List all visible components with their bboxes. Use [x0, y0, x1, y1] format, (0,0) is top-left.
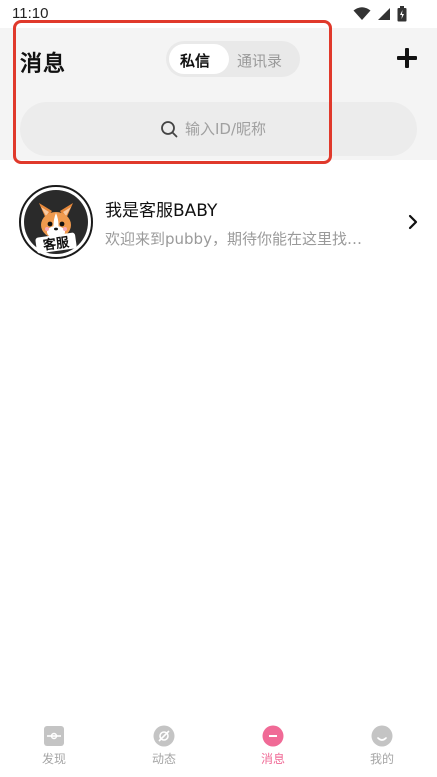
chevron-right-icon[interactable] — [406, 213, 420, 231]
nav-item-moments[interactable]: 动态 — [134, 725, 194, 773]
corgi-avatar-icon: 客服 — [19, 185, 93, 259]
nav-label-profile: 我的 — [369, 752, 394, 766]
search-input[interactable]: 输入ID/昵称 — [20, 102, 417, 156]
tab-switch: 私信 通讯录 — [166, 41, 300, 77]
profile-icon — [371, 725, 393, 747]
discover-icon — [44, 726, 64, 746]
message-icon — [262, 725, 284, 747]
search-placeholder: 输入ID/昵称 — [185, 120, 267, 138]
nav-item-profile[interactable]: 我的 — [352, 725, 412, 773]
nav-label-discover: 发现 — [41, 752, 66, 766]
messages-screen: 11:10 消息 私信 通讯录 输入ID/昵称 客服 我是客服BABY 欢迎来到… — [0, 0, 437, 777]
plus-icon[interactable] — [395, 46, 419, 70]
battery-icon — [397, 6, 407, 22]
conversation-preview: 欢迎来到pubby，期待你能在这里找… — [105, 230, 362, 248]
tab-private-messages[interactable]: 私信 — [180, 50, 210, 71]
header: 消息 私信 通讯录 输入ID/昵称 — [0, 28, 437, 160]
moments-icon — [153, 725, 175, 747]
nav-item-discover[interactable]: 发现 — [24, 725, 84, 773]
status-icons — [353, 6, 407, 22]
nav-label-messages: 消息 — [260, 752, 285, 766]
conversation-name: 我是客服BABY — [105, 201, 218, 221]
nav-label-moments: 动态 — [151, 752, 176, 766]
nav-item-messages[interactable]: 消息 — [243, 725, 303, 773]
signal-icon — [378, 8, 390, 20]
status-bar: 11:10 — [0, 0, 437, 28]
bottom-nav: 发现 动态 消息 我的 — [0, 720, 437, 777]
wifi-icon — [353, 7, 371, 20]
page-title: 消息 — [20, 52, 67, 77]
tab-contacts[interactable]: 通讯录 — [237, 50, 282, 71]
conversation-item[interactable]: 客服 我是客服BABY 欢迎来到pubby，期待你能在这里找… — [0, 180, 437, 264]
search-icon — [161, 121, 178, 138]
status-time: 11:10 — [12, 5, 49, 22]
